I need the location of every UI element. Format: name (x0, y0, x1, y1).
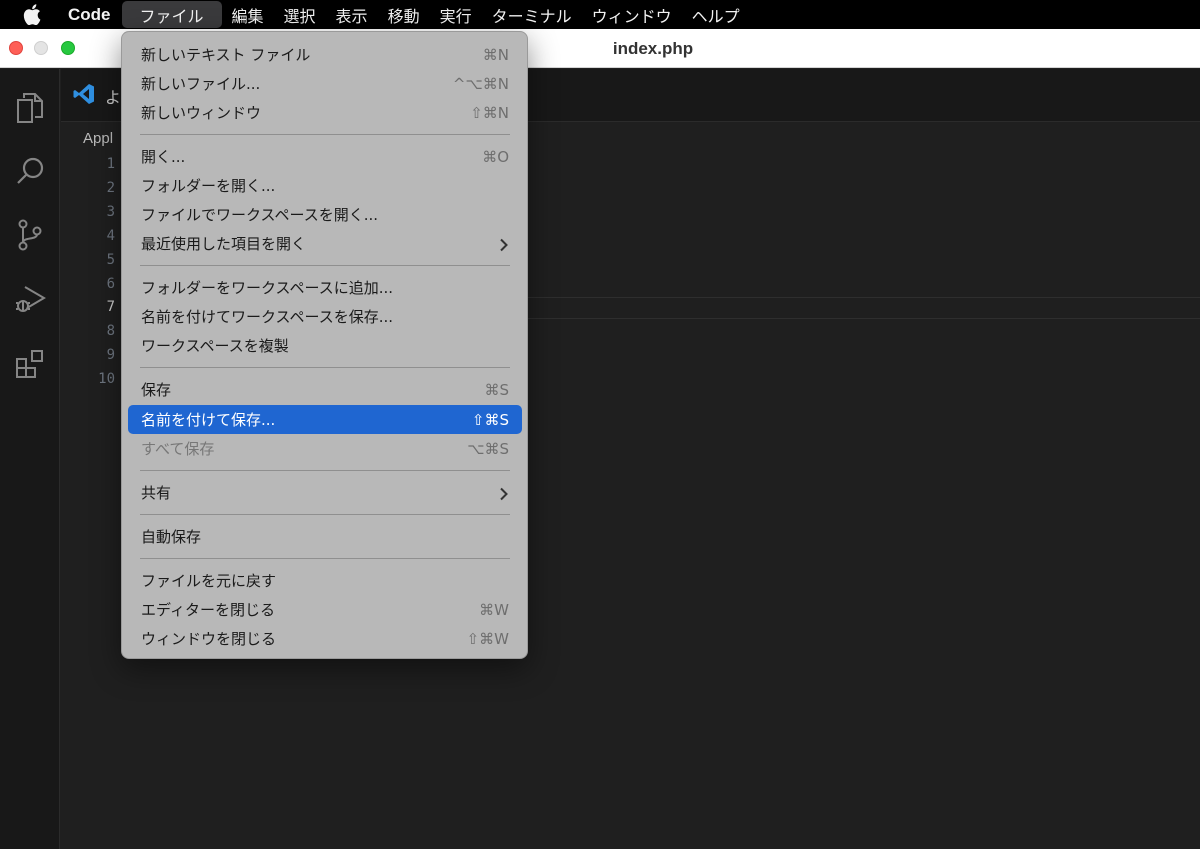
menu-item-share[interactable]: 共有 (128, 478, 522, 507)
menu-item-save-workspace-as[interactable]: 名前を付けてワークスペースを保存... (128, 302, 522, 331)
shortcut: ⌘W (479, 600, 509, 619)
explorer-icon[interactable] (10, 88, 50, 128)
shortcut: ⌘S (484, 380, 509, 399)
menu-item-open-recent[interactable]: 最近使用した項目を開く (128, 229, 522, 258)
line-number: 4 (106, 228, 115, 244)
menu-selection[interactable]: 選択 (274, 0, 326, 29)
menu-item-duplicate-workspace[interactable]: ワークスペースを複製 (128, 331, 522, 360)
menu-app-name[interactable]: Code (64, 0, 122, 29)
menu-item-close-editor[interactable]: エディターを閉じる ⌘W (128, 595, 522, 624)
extensions-icon[interactable] (10, 344, 50, 384)
line-number: 6 (106, 276, 115, 292)
menu-item-save-all: すべて保存 ⌥⌘S (141, 439, 509, 459)
shortcut: ⌘O (482, 147, 509, 166)
chevron-right-icon (499, 486, 509, 500)
breadcrumb[interactable]: Appl (83, 130, 113, 147)
menu-item-open-workspace[interactable]: ファイルでワークスペースを開く... (128, 200, 522, 229)
menu-separator (140, 134, 510, 135)
window-title: index.php (612, 39, 694, 58)
tab-label: よ (105, 87, 122, 107)
menu-item-new-text-file[interactable]: 新しいテキスト ファイル ⌘N (128, 40, 522, 69)
run-debug-icon[interactable] (10, 279, 50, 319)
menu-item-save[interactable]: 保存 ⌘S (128, 375, 522, 404)
menu-view[interactable]: 表示 (326, 0, 378, 29)
line-number: 1 (106, 156, 115, 172)
shortcut: ⇧⌘N (470, 103, 509, 122)
line-number: 3 (106, 204, 115, 220)
menu-item-add-folder-to-workspace[interactable]: フォルダーをワークスペースに追加... (128, 273, 522, 302)
menu-separator (140, 265, 510, 266)
line-number: 8 (106, 323, 115, 339)
menu-item-open-folder[interactable]: フォルダーを開く... (128, 171, 522, 200)
search-icon[interactable] (10, 151, 50, 191)
shortcut: ⇧⌘W (466, 629, 509, 648)
menu-item-close-window[interactable]: ウィンドウを閉じる ⇧⌘W (128, 624, 522, 653)
menu-item-new-window[interactable]: 新しいウィンドウ ⇧⌘N (128, 98, 522, 127)
menu-separator (140, 558, 510, 559)
apple-menu-icon[interactable] (0, 0, 64, 29)
menu-item-save-as[interactable]: 名前を付けて保存... ⇧⌘S (128, 405, 522, 434)
menu-terminal[interactable]: ターミナル (482, 0, 582, 29)
line-number: 2 (106, 180, 115, 196)
line-number: 10 (98, 371, 115, 387)
activity-bar (0, 69, 60, 849)
menu-item-auto-save[interactable]: 自動保存 (128, 522, 522, 551)
line-number: 5 (106, 252, 115, 268)
menu-separator (140, 470, 510, 471)
menu-edit[interactable]: 編集 (222, 0, 274, 29)
macos-menu-bar: Code ファイル 編集 選択 表示 移動 実行 ターミナル ウィンドウ ヘルプ (0, 0, 1200, 29)
shortcut: ⌘N (482, 45, 509, 64)
file-menu-dropdown: 新しいテキスト ファイル ⌘N 新しいファイル... ^⌥⌘N 新しいウィンドウ… (121, 31, 528, 659)
shortcut: ⌥⌘S (467, 439, 509, 458)
menu-file[interactable]: ファイル (121, 1, 222, 28)
shortcut: ⇧⌘S (471, 410, 509, 429)
menu-item-open[interactable]: 開く... ⌘O (128, 142, 522, 171)
vscode-logo-icon (73, 83, 95, 109)
menu-separator (140, 514, 510, 515)
menu-help[interactable]: ヘルプ (682, 0, 750, 29)
menu-separator (140, 367, 510, 368)
shortcut: ^⌥⌘N (452, 74, 509, 93)
chevron-right-icon (499, 237, 509, 251)
menu-item-revert-file[interactable]: ファイルを元に戻す (128, 566, 522, 595)
menu-run[interactable]: 実行 (430, 0, 482, 29)
line-number-current: 7 (106, 299, 115, 315)
menu-go[interactable]: 移動 (378, 0, 430, 29)
line-number: 9 (106, 347, 115, 363)
source-control-icon[interactable] (10, 215, 50, 255)
menu-item-new-file[interactable]: 新しいファイル... ^⌥⌘N (128, 69, 522, 98)
menu-window[interactable]: ウィンドウ (582, 0, 682, 29)
